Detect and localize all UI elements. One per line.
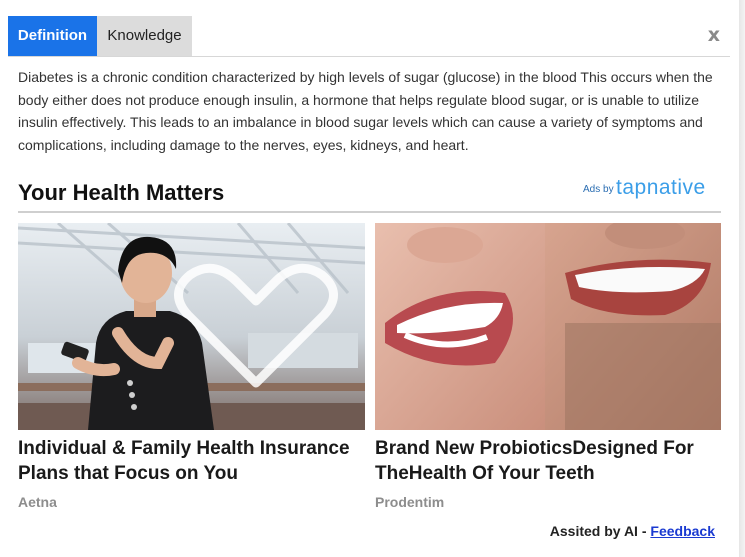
section-title: Your Health Matters — [18, 180, 225, 205]
tab-bar: Definition Knowledge x — [8, 16, 730, 57]
tab-definition[interactable]: Definition — [8, 16, 97, 56]
ads-by-label: Ads by — [583, 184, 614, 195]
close-icon[interactable]: x — [708, 24, 720, 46]
definition-popup: Definition Knowledge x Diabetes is a chr… — [0, 0, 739, 557]
ad-source-aetna: Aetna — [18, 494, 57, 510]
tapnative-logo[interactable]: tapnative — [616, 176, 706, 200]
footer: Assited by AI - Feedback — [550, 523, 715, 539]
popup-edge-shadow — [739, 0, 745, 557]
ad-source-prodentim: Prodentim — [375, 494, 445, 510]
feedback-link[interactable]: Feedback — [650, 523, 715, 539]
ad-card-aetna[interactable]: Individual & Family Health Insurance Pla… — [18, 223, 365, 510]
ad-title-prodentim[interactable]: Brand New ProbioticsDesigned For TheHeal… — [375, 436, 721, 486]
ad-image-aetna[interactable] — [18, 223, 365, 430]
ad-image-prodentim[interactable] — [375, 223, 721, 430]
ad-title-aetna[interactable]: Individual & Family Health Insurance Pla… — [18, 436, 365, 486]
assisted-by-ai-label: Assited by AI - — [549, 523, 647, 539]
tab-knowledge[interactable]: Knowledge — [97, 16, 192, 56]
ad-card-prodentim[interactable]: Brand New ProbioticsDesigned For TheHeal… — [375, 223, 721, 510]
definition-text: Diabetes is a chronic condition characte… — [18, 69, 713, 153]
ad-image-aetna-illustration — [18, 223, 365, 430]
ad-image-prodentim-illustration — [375, 223, 721, 430]
section-divider — [18, 211, 721, 213]
